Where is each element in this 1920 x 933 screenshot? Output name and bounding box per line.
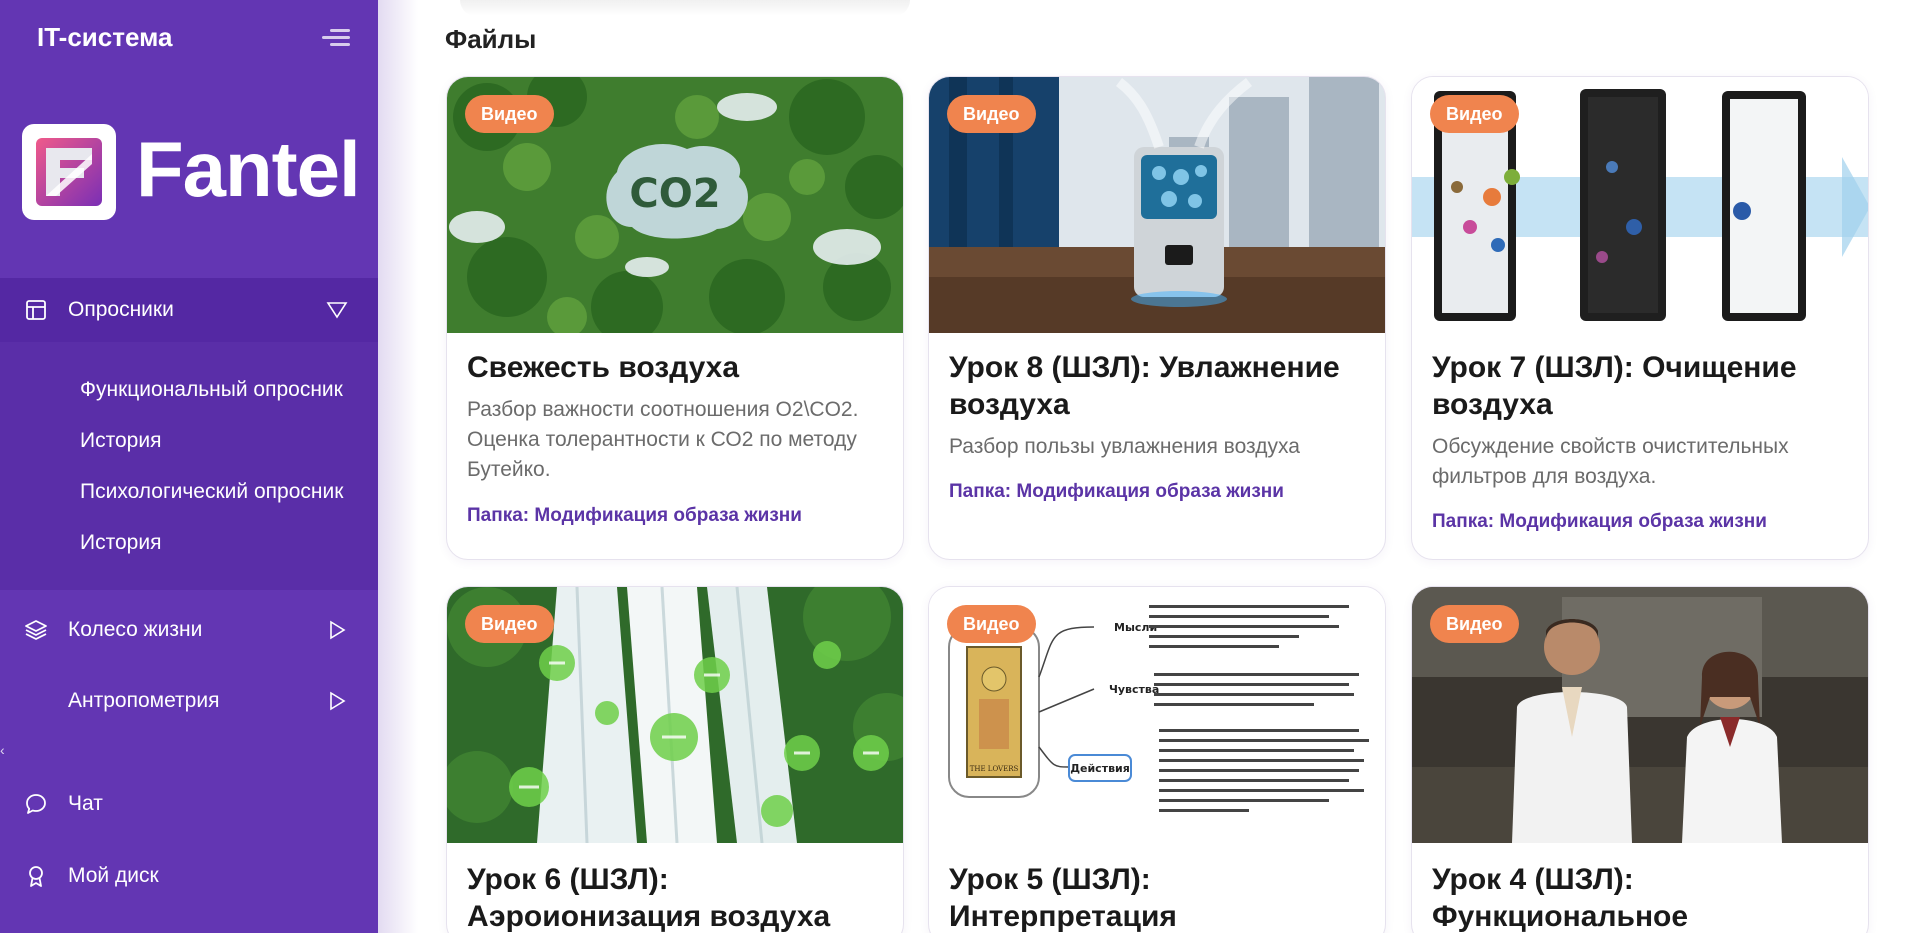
sidebar-item-label: Антропометрия <box>68 689 220 712</box>
video-badge: Видео <box>465 605 554 643</box>
submenu-item-history[interactable]: История <box>80 429 161 453</box>
sidebar: IT-система Fantel Опросники Функциональн… <box>0 0 378 933</box>
menu-toggle-icon[interactable] <box>322 27 350 49</box>
file-card[interactable]: CO2 Видео Свежесть воздуха Разбор важнос… <box>446 76 904 560</box>
diagram-node-feelings: Чувства <box>1109 683 1159 696</box>
video-badge: Видео <box>1430 605 1519 643</box>
card-description: Разбор важности соотношения O2\CO2. Оцен… <box>467 398 859 481</box>
sidebar-item-questionnaires[interactable]: Опросники <box>0 278 378 342</box>
card-folder-link[interactable]: Папка: Модификация образа жизни <box>1432 511 1767 533</box>
logo-mark-icon <box>22 124 116 220</box>
award-icon <box>29 866 43 887</box>
brand-logo: Fantel <box>22 124 361 224</box>
sidebar-item-wheel-of-life[interactable]: Колесо жизни <box>0 598 378 662</box>
header-shadow <box>460 0 910 16</box>
submenu-item-history-2[interactable]: История <box>80 531 161 555</box>
card-title: Урок 7 (ШЗЛ): Очищение воздуха <box>1432 351 1797 421</box>
file-card[interactable]: Видео Урок 7 (ШЗЛ): Очищение воздуха Обс… <box>1411 76 1869 560</box>
file-card[interactable]: Видео Урок 4 (ШЗЛ): Функциональное <box>1411 586 1869 933</box>
submenu-item-functional[interactable]: Функциональный опросник <box>80 378 343 402</box>
file-card[interactable]: Видео Урок 6 (ШЗЛ): Аэроионизация воздух… <box>446 586 904 933</box>
card-title: Свежесть воздуха <box>467 351 740 384</box>
card-title: Урок 6 (ШЗЛ): Аэроионизация воздуха <box>467 863 831 933</box>
sidebar-item-anthropometry[interactable]: Антропометрия <box>0 669 378 733</box>
sidebar-header: IT-система <box>0 0 378 76</box>
triangle-right-icon <box>330 620 346 640</box>
chat-bubble-icon <box>26 794 46 814</box>
tarot-card-label: THE LOVERS <box>970 765 1019 773</box>
submenu-item-psychological[interactable]: Психологический опросник <box>80 480 343 504</box>
video-badge: Видео <box>465 95 554 133</box>
card-folder-link[interactable]: Папка: Модификация образа жизни <box>949 481 1284 503</box>
video-badge: Видео <box>1430 95 1519 133</box>
co2-label: CO2 <box>629 171 720 217</box>
triangle-down-icon <box>326 302 348 319</box>
card-title: Урок 5 (ШЗЛ): Интерпретация <box>949 863 1177 933</box>
questionnaires-submenu: Функциональный опросник История Психолог… <box>0 342 378 590</box>
sidebar-item-label: Колесо жизни <box>68 618 203 641</box>
sidebar-shadow <box>378 0 418 933</box>
card-folder-link[interactable]: Папка: Модификация образа жизни <box>467 505 802 527</box>
sidebar-item-label: Чат <box>68 792 103 815</box>
video-badge: Видео <box>947 605 1036 643</box>
sidebar-item-label: Опросники <box>68 298 174 321</box>
file-card[interactable]: Видео Урок 8 (ШЗЛ): Увлажнение воздуха Р… <box>928 76 1386 560</box>
video-badge: Видео <box>947 95 1036 133</box>
sidebar-item-label: Мой диск <box>68 864 159 887</box>
layout-icon <box>26 300 46 320</box>
card-title: Урок 4 (ШЗЛ): Функциональное <box>1432 863 1689 933</box>
app-title: IT-система <box>37 22 173 52</box>
file-card[interactable]: THE LOVERS Мысли Чувства Действия Видео … <box>928 586 1386 933</box>
card-title: Урок 8 (ШЗЛ): Увлажнение воздуха <box>949 351 1340 421</box>
card-description: Разбор пользы увлажнения воздуха <box>949 435 1300 458</box>
collapse-handle-icon[interactable]: ‹ <box>0 742 5 758</box>
diagram-node-actions: Действия <box>1070 762 1130 775</box>
card-description: Обсуждение свойств очистительных фильтро… <box>1432 435 1789 488</box>
triangle-right-icon <box>330 691 346 711</box>
logo-text: Fantel <box>136 125 361 213</box>
page-title: Файлы <box>445 24 537 54</box>
sidebar-item-my-disk[interactable]: Мой диск <box>0 844 378 908</box>
sidebar-item-chat[interactable]: Чат <box>0 772 378 836</box>
layers-icon <box>25 620 47 640</box>
